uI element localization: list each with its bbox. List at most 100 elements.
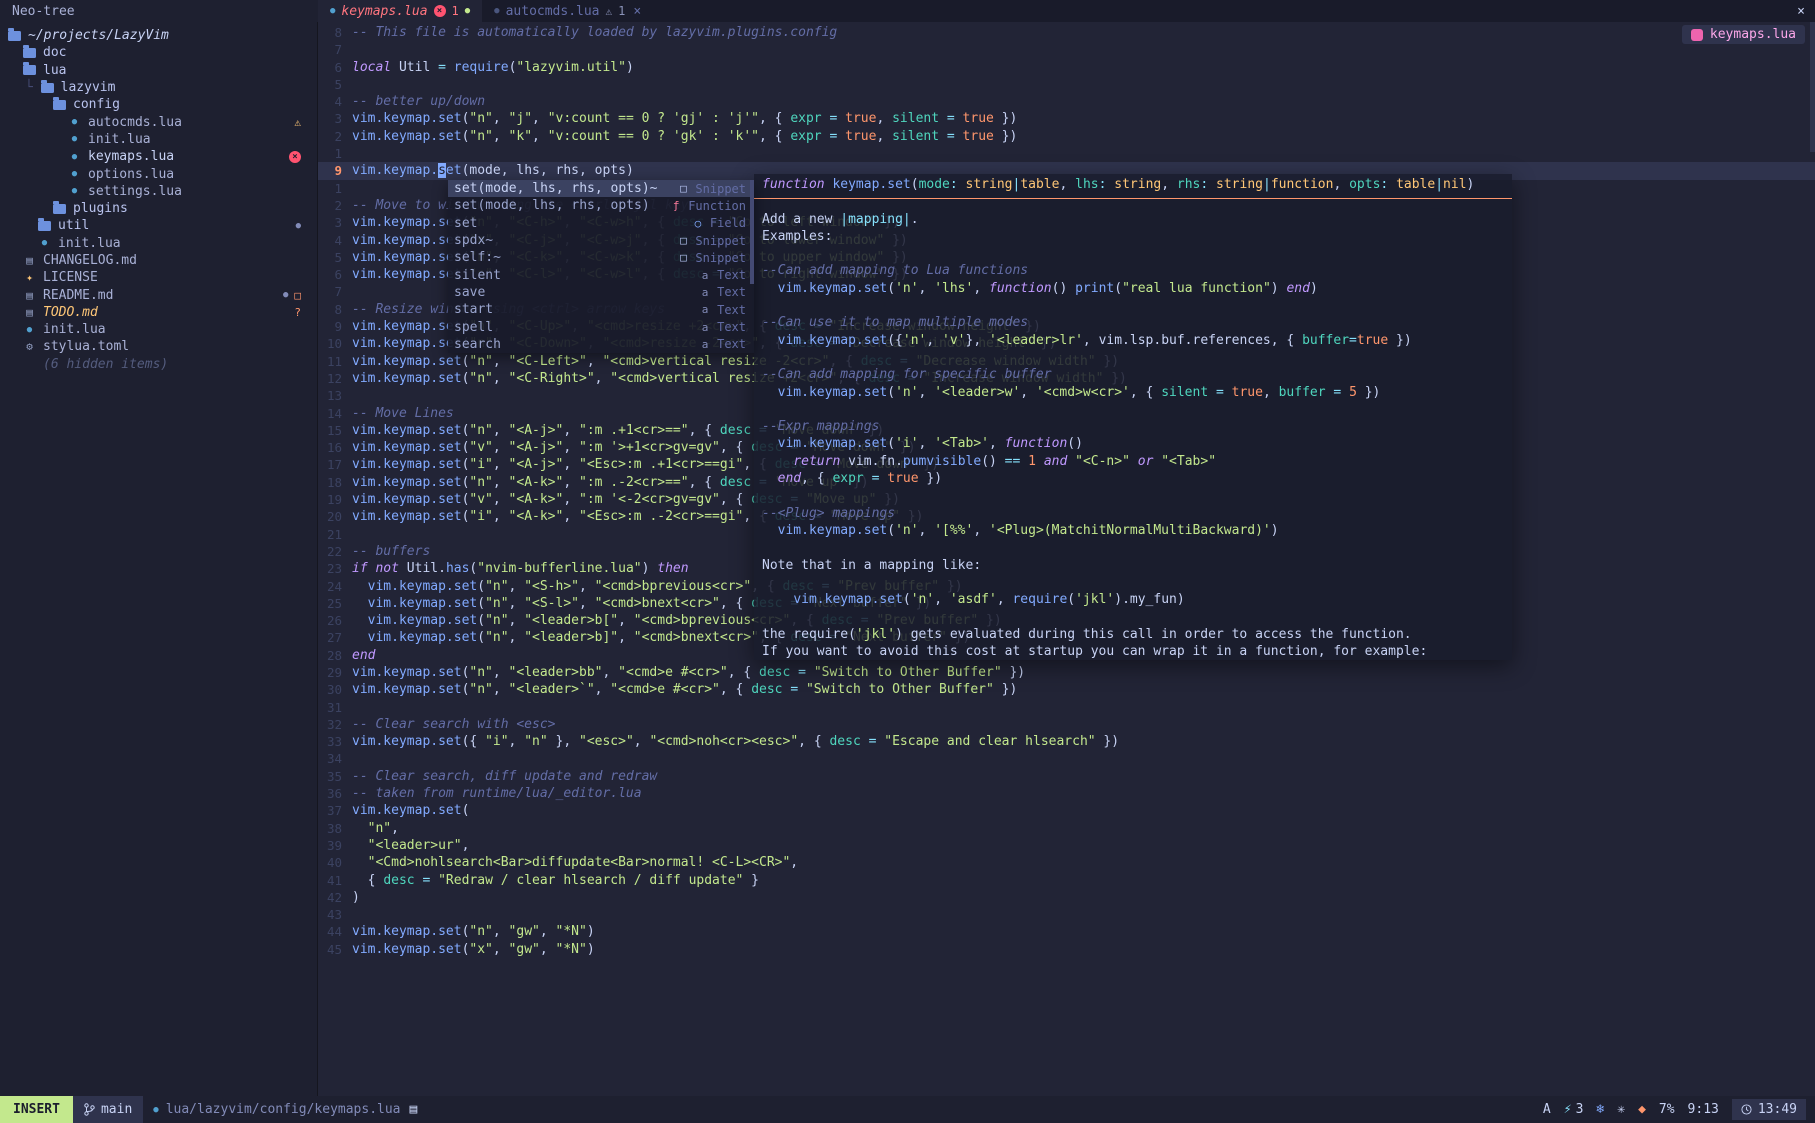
- completion-item[interactable]: save a Text: [448, 284, 754, 301]
- editor-line[interactable]: 31: [318, 699, 1815, 716]
- tree-item-settings.lua[interactable]: ● settings.lua: [0, 183, 317, 200]
- editor-line[interactable]: 1: [318, 145, 1815, 162]
- doc-line: return vim.fn.pumvisible() == 1 and "<C-…: [762, 453, 1512, 470]
- editor-line[interactable]: 40 "<Cmd>nohlsearch<Bar>diffupdate<Bar>n…: [318, 854, 1815, 871]
- editor-line[interactable]: 7: [318, 41, 1815, 58]
- completion-kind: Snippet: [695, 251, 746, 265]
- editor-line[interactable]: 2 vim.keymap.set("n", "k", "v:count == 0…: [318, 128, 1815, 145]
- doc-line: [762, 245, 1512, 262]
- editor-line[interactable]: 3 vim.keymap.set("n", "j", "v:count == 0…: [318, 110, 1815, 127]
- tree-item-label: init.lua: [88, 132, 151, 147]
- tree-item-README.md[interactable]: ▤ README.md ●□: [0, 286, 317, 303]
- completion-item[interactable]: set(mode, lhs, rhs, opts)~ □ Snippet: [448, 180, 754, 197]
- editor-line[interactable]: 33 vim.keymap.set({ "i", "n" }, "<esc>",…: [318, 733, 1815, 750]
- editor-line[interactable]: 30 vim.keymap.set("n", "<leader>`", "<cm…: [318, 681, 1815, 698]
- kind-function-icon: ƒ: [669, 199, 683, 212]
- editor-line[interactable]: 39 "<leader>ur",: [318, 837, 1815, 854]
- completion-label: spell: [454, 320, 493, 335]
- editor-line[interactable]: 41 { desc = "Redraw / clear hlsearch / d…: [318, 872, 1815, 889]
- tree-item-init.lua[interactable]: ● init.lua: [0, 235, 317, 252]
- editor-line[interactable]: 35 -- Clear search, diff update and redr…: [318, 768, 1815, 785]
- tree-item-label: lazyvim: [61, 80, 116, 95]
- completion-item[interactable]: spdx~ □ Snippet: [448, 232, 754, 249]
- completion-item[interactable]: set(mode, lhs, rhs, opts) ƒ Function: [448, 197, 754, 214]
- tree-item-CHANGELOG.md[interactable]: ▤ CHANGELOG.md: [0, 252, 317, 269]
- tree-item-init.lua[interactable]: ● init.lua: [0, 131, 317, 148]
- untracked-icon: ?: [294, 306, 301, 319]
- tree-item-plugins[interactable]: plugins: [0, 200, 317, 217]
- editor-line[interactable]: 36 -- taken from runtime/lua/_editor.lua: [318, 785, 1815, 802]
- editor-line[interactable]: 6 local Util = require("lazyvim.util"): [318, 59, 1815, 76]
- scrollbar-thumb[interactable]: [1810, 22, 1815, 152]
- lua-file-icon: ●: [153, 1105, 158, 1115]
- editor-line[interactable]: 38 "n",: [318, 820, 1815, 837]
- tree-item-label: README.md: [43, 288, 113, 303]
- completion-kind: Field: [710, 216, 746, 230]
- editor-scrollbar[interactable]: [1810, 22, 1815, 1096]
- tree-item-init.lua[interactable]: ● init.lua: [0, 321, 317, 338]
- file-path: ● lua/lazyvim/config/keymaps.lua ▤: [143, 1102, 427, 1117]
- editor-line[interactable]: 29 vim.keymap.set("n", "<leader>bb", "<c…: [318, 664, 1815, 681]
- line-number: 38: [318, 820, 352, 837]
- line-number: 18: [318, 474, 352, 491]
- kind-snippet-icon: □: [676, 251, 690, 264]
- tree-item-LICENSE[interactable]: ✦ LICENSE: [0, 269, 317, 286]
- doc-line: --<Plug> mappings: [762, 505, 1512, 522]
- tree-item-TODO.md[interactable]: ▤ TODO.md ?: [0, 304, 317, 321]
- doc-line: the require('jkl') gets evaluated during…: [762, 626, 1512, 643]
- doc-line: vim.keymap.set('n', '[%%', '<Plug>(Match…: [762, 522, 1512, 539]
- line-number: 42: [318, 889, 352, 906]
- kind-field-icon: ○: [691, 217, 705, 230]
- completion-item[interactable]: silent a Text: [448, 266, 754, 283]
- tree-item-util[interactable]: util ●: [0, 217, 317, 234]
- editor-line[interactable]: 45 vim.keymap.set("x", "gw", "*N"): [318, 941, 1815, 958]
- tabline-close-icon[interactable]: ×: [1787, 0, 1815, 22]
- editor-line[interactable]: 8 -- This file is automatically loaded b…: [318, 24, 1815, 41]
- error-count: 1: [452, 4, 459, 18]
- warning-icon: ⚠: [294, 116, 301, 129]
- completion-item[interactable]: set ○ Field: [448, 215, 754, 232]
- editor-line[interactable]: 37 vim.keymap.set(: [318, 802, 1815, 819]
- doc-line: vim.keymap.set({'n', 'v'}, '<leader>lr',…: [762, 332, 1512, 349]
- keyboard-layout-indicator: A: [1543, 1102, 1551, 1117]
- completion-item[interactable]: start a Text: [448, 301, 754, 318]
- tab-keymaps.lua[interactable]: ● keymaps.lua ×1 ●: [318, 0, 482, 22]
- lua-file-icon: ●: [38, 238, 51, 248]
- editor-line[interactable]: 43: [318, 906, 1815, 923]
- completion-item[interactable]: spell a Text: [448, 318, 754, 335]
- pmenu-scrollbar[interactable]: [750, 180, 754, 284]
- line-number: 30: [318, 681, 352, 698]
- tree-item-options.lua[interactable]: ● options.lua: [0, 165, 317, 182]
- git-status-icon: □: [294, 289, 301, 302]
- tab-autocmds.lua[interactable]: ● autocmds.lua ⚠1 ×: [482, 0, 653, 22]
- tree-item-doc[interactable]: doc: [0, 44, 317, 61]
- line-number: 6: [318, 59, 352, 76]
- editor-line[interactable]: 32 -- Clear search with <esc>: [318, 716, 1815, 733]
- line-number: 3: [318, 110, 352, 127]
- close-icon[interactable]: ×: [633, 4, 641, 19]
- doc-line: Add a new |mapping|.: [762, 211, 1512, 228]
- editor-line[interactable]: 44 vim.keymap.set("n", "gw", "*N"): [318, 923, 1815, 940]
- tree-item-config[interactable]: config: [0, 96, 317, 113]
- editor-line[interactable]: 42 ): [318, 889, 1815, 906]
- tree-item-~/projects/LazyVim[interactable]: ~/projects/LazyVim: [0, 27, 317, 44]
- tree-item-lua[interactable]: lua: [0, 62, 317, 79]
- git-branch-icon: [84, 1103, 95, 1116]
- completion-label: save: [454, 285, 485, 300]
- completion-item[interactable]: search a Text: [448, 336, 754, 353]
- tree-item-autocmds.lua[interactable]: ● autocmds.lua ⚠: [0, 113, 317, 130]
- tree-item-label: autocmds.lua: [88, 115, 182, 130]
- line-number: 31: [318, 699, 352, 716]
- tree-item-lazyvim[interactable]: └ lazyvim: [0, 79, 317, 96]
- completion-kind: Snippet: [695, 182, 746, 196]
- editor-line[interactable]: 4 -- better up/down: [318, 93, 1815, 110]
- editor-line[interactable]: 34: [318, 750, 1815, 767]
- editor-line[interactable]: 5: [318, 76, 1815, 93]
- doc-line: --Expr mappings: [762, 418, 1512, 435]
- tree-item-stylua.toml[interactable]: ⚙ stylua.toml: [0, 338, 317, 355]
- folder-open-icon: [41, 83, 54, 93]
- tree-item-keymaps.lua[interactable]: ● keymaps.lua ×: [0, 148, 317, 165]
- tree-item-(6 hidden items)[interactable]: (6 hidden items): [0, 356, 317, 373]
- filename-badge-label: keymaps.lua: [1710, 27, 1796, 42]
- completion-item[interactable]: self:~ □ Snippet: [448, 249, 754, 266]
